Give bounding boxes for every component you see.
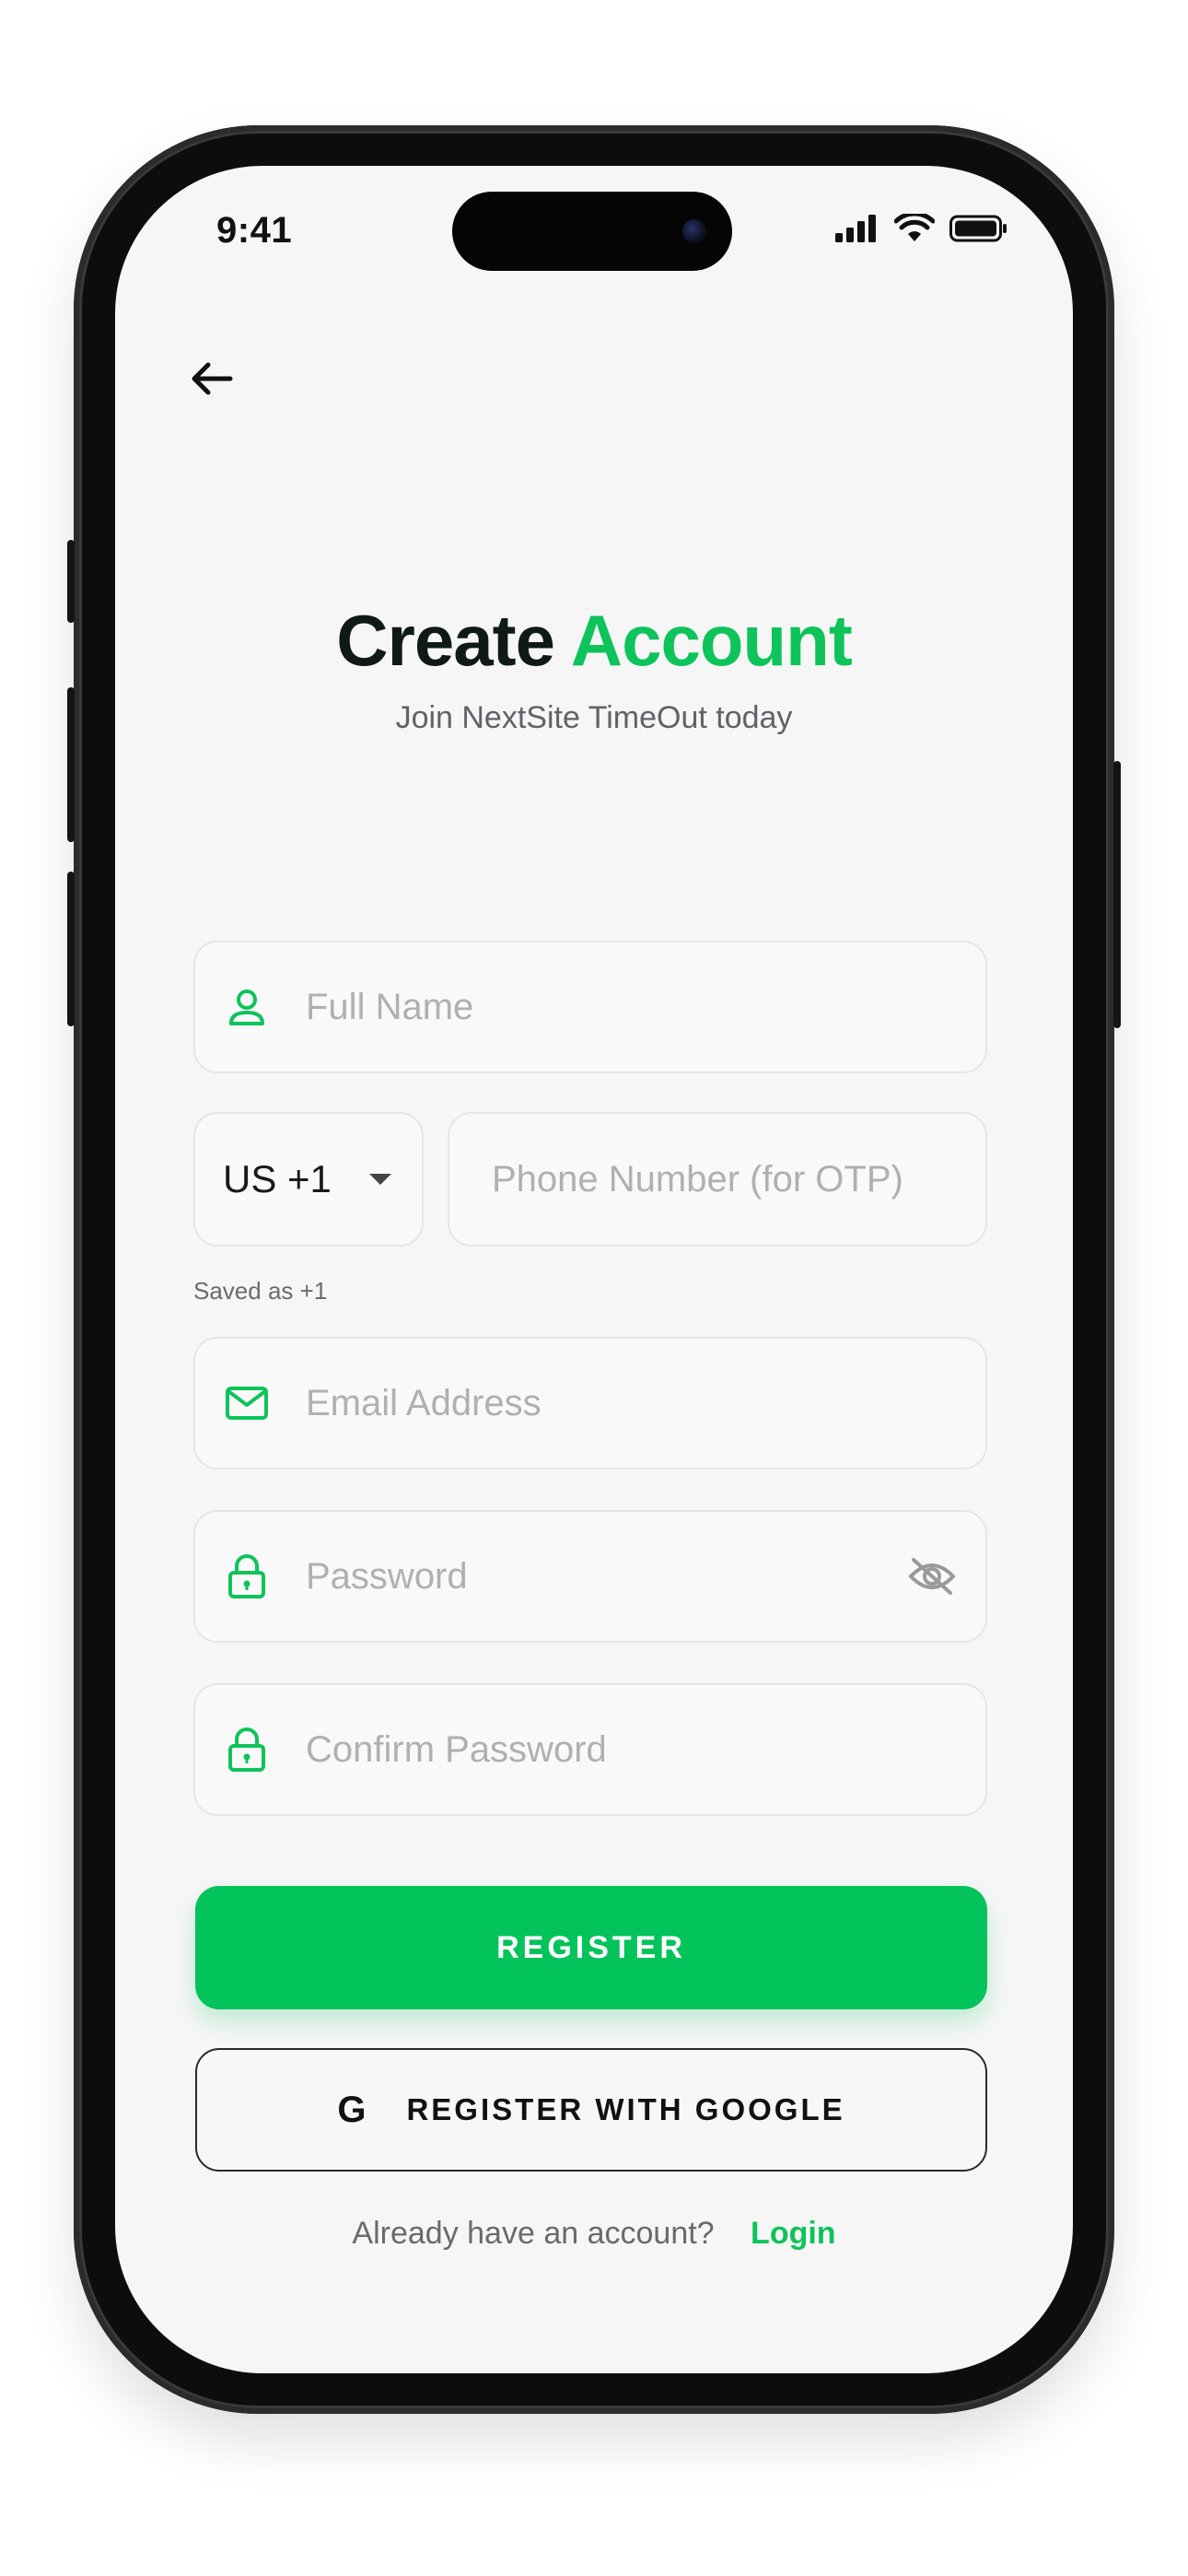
confirm-password-field[interactable] (193, 1683, 987, 1816)
phone-hint: Saved as +1 (193, 1277, 328, 1305)
password-field[interactable] (193, 1510, 987, 1643)
phone-number-field[interactable] (448, 1112, 987, 1247)
app-screen: 9:41 Create Account Join NextSite TimeOu… (115, 166, 1073, 2373)
country-code-select[interactable]: US +1 (193, 1112, 424, 1247)
side-button-mute (67, 540, 75, 623)
email-input[interactable] (306, 1382, 985, 1424)
battery-icon (949, 215, 1007, 242)
chevron-down-icon (369, 1174, 391, 1185)
password-input[interactable] (306, 1555, 904, 1598)
lock-icon (221, 1727, 273, 1773)
dynamic-island (452, 192, 732, 271)
login-link[interactable]: Login (751, 2216, 836, 2251)
login-prompt: Already have an account? Login (115, 2216, 1073, 2252)
status-icons (833, 214, 1008, 243)
status-time: 9:41 (216, 210, 293, 251)
page-title: Create Account (115, 599, 1073, 683)
cellular-signal-icon (835, 215, 876, 242)
phone-number-input[interactable] (492, 1158, 985, 1200)
email-field[interactable] (193, 1337, 987, 1469)
register-with-google-label: REGISTER WITH GOOGLE (406, 2092, 845, 2126)
full-name-field[interactable] (193, 941, 987, 1073)
toggle-password-visibility[interactable] (904, 1556, 960, 1597)
back-button[interactable] (180, 346, 244, 411)
page-title-part1: Create (336, 600, 555, 681)
page-title-part2: Account (570, 600, 853, 681)
eye-off-icon (908, 1558, 956, 1595)
register-button[interactable]: REGISTER (195, 1886, 987, 2009)
lock-icon (221, 1553, 273, 1599)
wifi-icon (894, 214, 935, 241)
confirm-password-input[interactable] (306, 1728, 985, 1771)
camera-icon (682, 219, 706, 243)
side-button-volume-down (67, 872, 75, 1026)
page-subtitle: Join NextSite TimeOut today (395, 700, 793, 735)
back-arrow-icon (192, 362, 233, 395)
register-with-google-button[interactable]: G REGISTER WITH GOOGLE (195, 2048, 987, 2172)
full-name-input[interactable] (306, 986, 985, 1028)
register-button-label: REGISTER (496, 1929, 686, 1965)
user-icon (221, 987, 273, 1027)
phone-frame: 9:41 Create Account Join NextSite TimeOu… (67, 125, 1121, 2414)
side-button-volume-up (67, 687, 75, 842)
mail-icon (221, 1385, 273, 1422)
side-button-power (1113, 761, 1121, 1028)
country-code-value: US +1 (223, 1157, 332, 1200)
login-question: Already have an account? (352, 2216, 715, 2251)
google-icon: G (337, 2089, 367, 2130)
